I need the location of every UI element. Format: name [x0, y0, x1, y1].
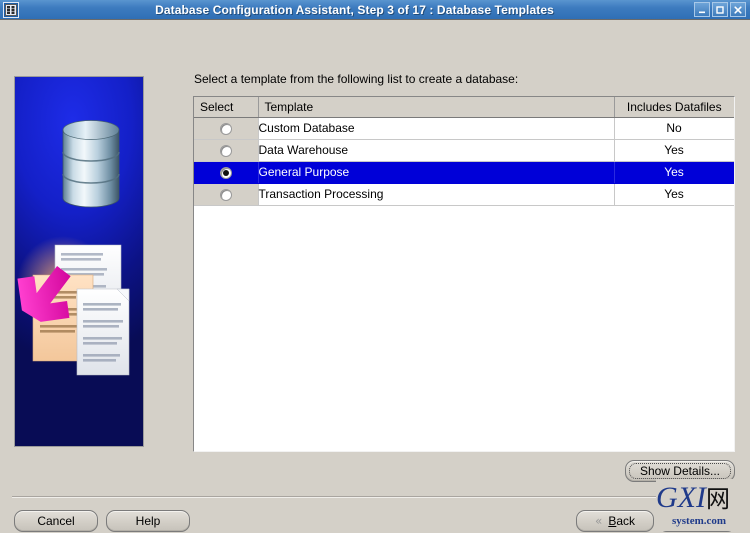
help-button[interactable]: Help: [106, 510, 190, 532]
template-datafiles-cell: No: [614, 117, 734, 140]
template-radio-general-purpose[interactable]: [219, 166, 232, 179]
footer-left-buttons: Cancel Help: [14, 510, 190, 532]
row-select-cell[interactable]: [194, 161, 259, 184]
app-icon[interactable]: [3, 1, 19, 18]
footer-nav-buttons: « Back Next »: [576, 510, 736, 532]
instruction-label: Select a template from the following lis…: [194, 72, 519, 86]
next-button[interactable]: Next »: [658, 510, 736, 532]
next-label: Next: [677, 514, 703, 528]
table-row[interactable]: Transaction Processing Yes: [194, 183, 734, 206]
table-row[interactable]: Data Warehouse Yes: [194, 139, 734, 162]
table-row-selected[interactable]: General Purpose Yes: [194, 161, 734, 184]
footer-separator: [12, 496, 738, 498]
window-title: Database Configuration Assistant, Step 3…: [155, 2, 554, 17]
document-page-front: [76, 288, 130, 376]
minimize-icon[interactable]: [694, 2, 710, 17]
template-name-cell: General Purpose: [258, 161, 615, 184]
database-templates-illustration: [17, 120, 130, 376]
chevron-left-icon: «: [594, 514, 603, 528]
template-name-cell: Data Warehouse: [258, 139, 615, 162]
chevron-right-icon: »: [708, 514, 717, 528]
window-controls: [694, 2, 748, 17]
template-table-panel[interactable]: Select Template Includes Datafiles Custo…: [193, 96, 735, 452]
template-datafiles-cell: Yes: [614, 183, 734, 206]
illustration-panel: [14, 76, 144, 447]
table-row[interactable]: Custom Database No: [194, 117, 734, 140]
cancel-label: Cancel: [37, 514, 75, 528]
row-select-cell[interactable]: [194, 117, 259, 140]
dialog-window: Database Configuration Assistant, Step 3…: [0, 0, 750, 533]
table-header-row: Select Template Includes Datafiles: [194, 97, 734, 118]
table-body: Custom Database No Data Warehouse Yes Ge…: [194, 117, 734, 206]
template-name-cell: Transaction Processing: [258, 183, 615, 206]
maximize-icon[interactable]: [712, 2, 728, 17]
close-icon[interactable]: [730, 2, 746, 17]
show-details-button[interactable]: Show Details...: [624, 460, 735, 482]
database-cylinder-icon: [62, 120, 120, 208]
show-details-row: Show Details...: [193, 460, 735, 482]
cancel-button[interactable]: Cancel: [14, 510, 98, 532]
back-label: Back: [608, 514, 636, 528]
column-header-includes-datafiles[interactable]: Includes Datafiles: [614, 97, 734, 118]
client-area: Select a template from the following lis…: [0, 20, 750, 533]
column-header-template[interactable]: Template: [258, 97, 615, 118]
show-details-label: Show Details...: [639, 464, 720, 478]
column-header-select[interactable]: Select: [194, 97, 259, 118]
watermark-main: GXI网: [656, 481, 730, 514]
template-datafiles-cell: Yes: [614, 139, 734, 162]
template-datafiles-cell: Yes: [614, 161, 734, 184]
template-radio-transaction-processing[interactable]: [219, 188, 232, 201]
template-name-cell: Custom Database: [258, 117, 615, 140]
template-radio-data-warehouse[interactable]: [219, 144, 232, 157]
help-label: Help: [135, 514, 161, 528]
template-radio-custom-database[interactable]: [219, 122, 232, 135]
title-bar: Database Configuration Assistant, Step 3…: [0, 0, 750, 20]
row-select-cell[interactable]: [194, 139, 259, 162]
row-select-cell[interactable]: [194, 183, 259, 206]
back-button[interactable]: « Back: [576, 510, 654, 532]
template-table: Select Template Includes Datafiles Custo…: [194, 97, 734, 206]
